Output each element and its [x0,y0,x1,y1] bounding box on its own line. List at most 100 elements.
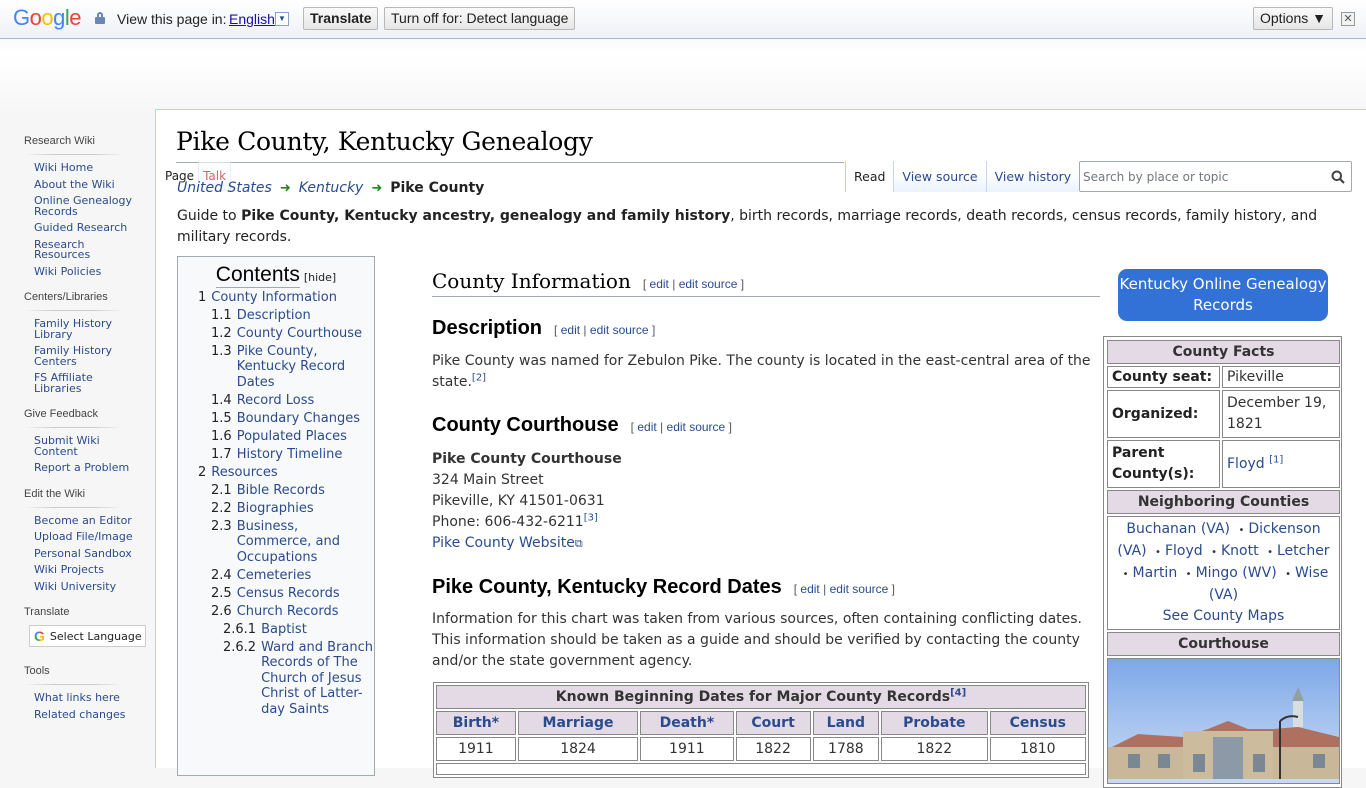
citation-link[interactable]: [4] [950,687,966,698]
sidebar-item-related-changes[interactable]: Related changes [34,707,134,724]
sidebar-item-wiki-university[interactable]: Wiki University [34,579,134,596]
toc-link[interactable]: Resources [211,465,277,481]
sidebar-item-become-editor[interactable]: Become an Editor [34,513,134,530]
neighbor-county-link[interactable]: Knott [1221,543,1259,559]
toc-link[interactable]: Pike County, Kentucky Record Dates [237,344,374,391]
language-dropdown-icon[interactable]: ▼ [275,12,289,26]
toc-item[interactable]: 2.6 Church Records [178,604,374,620]
toc-link[interactable]: Business, Commerce, and Occupations [237,519,374,566]
toc-item[interactable]: 2.4 Cemeteries [178,568,374,584]
neighbor-county-link[interactable]: Martin [1133,565,1178,581]
turn-off-button[interactable]: Turn off for: Detect language [384,7,576,30]
breadcrumb-united-states[interactable]: United States [177,180,272,196]
toc-item[interactable]: 1 County Information [178,290,374,306]
table-column-header[interactable]: Marriage [517,711,639,735]
toc-link[interactable]: County Courthouse [237,326,362,342]
search-icon[interactable] [1331,170,1345,184]
table-column-header[interactable]: Death* [640,711,734,735]
sidebar-item-wiki-policies[interactable]: Wiki Policies [34,264,134,281]
toc-link[interactable]: County Information [211,290,337,306]
edit-link[interactable]: edit [650,277,669,291]
edit-source-link[interactable]: edit source [830,582,889,596]
tab-read[interactable]: Read [845,161,894,192]
citation-link[interactable]: [2] [472,372,486,383]
sidebar-item-fs-affiliate[interactable]: FS Affiliate Libraries [34,370,134,397]
toc-item[interactable]: 1.6 Populated Places [178,429,374,445]
toc-item[interactable]: 1.5 Boundary Changes [178,411,374,427]
toc-item[interactable]: 2.2 Biographies [178,501,374,517]
toc-link[interactable]: Ward and Branch Records of The Church of… [261,640,374,718]
neighbor-county-link[interactable]: Floyd [1165,543,1203,559]
table-column-header[interactable]: Probate [881,711,988,735]
sidebar-item-upload-file[interactable]: Upload File/Image [34,529,134,546]
toc-item[interactable]: 2.5 Census Records [178,586,374,602]
edit-link[interactable]: edit [561,323,580,337]
toc-number: 2.6 [211,603,232,619]
toc-item[interactable]: 1.2 County Courthouse [178,326,374,342]
toc-link[interactable]: Record Loss [237,393,315,409]
toc-item[interactable]: 2.6.1 Baptist [178,622,374,638]
toc-item[interactable]: 2 Resources [178,465,374,481]
breadcrumb-kentucky[interactable]: Kentucky [299,180,364,196]
toc-item[interactable]: 2.1 Bible Records [178,483,374,499]
parent-county-link[interactable]: Floyd [1227,456,1265,472]
toc-link[interactable]: History Timeline [237,447,343,463]
toc-link[interactable]: Baptist [261,622,307,638]
edit-source-link[interactable]: edit source [679,277,738,291]
close-icon[interactable]: ✕ [1341,12,1355,26]
language-link[interactable]: English [229,11,275,27]
toc-hide-link[interactable]: [hide] [304,271,336,284]
toc-item[interactable]: 2.6.2 Ward and Branch Records of The Chur… [178,640,374,718]
sidebar-item-about-wiki[interactable]: About the Wiki [34,177,134,194]
tab-view-history[interactable]: View history [985,161,1080,192]
tab-view-source[interactable]: View source [893,161,986,192]
sidebar-item-guided-research[interactable]: Guided Research [34,220,134,237]
toc-link[interactable]: Description [237,308,311,324]
toc-link[interactable]: Census Records [237,586,340,602]
select-language-dropdown[interactable]: G Select Language [29,625,146,647]
toc-item[interactable]: 1.3 Pike County, Kentucky Record Dates [178,344,374,391]
table-column-header[interactable]: Land [812,711,880,735]
toc-number: 1.4 [211,392,232,408]
edit-source-link[interactable]: edit source [590,323,649,337]
neighbor-county-link[interactable]: Mingo (WV) [1196,565,1277,581]
courthouse-photo[interactable] [1107,658,1340,784]
sidebar-item-what-links-here[interactable]: What links here [34,690,134,707]
options-button[interactable]: Options ▼ [1253,7,1333,30]
sidebar-item-online-records[interactable]: Online Genealogy Records [34,193,134,220]
toc-link[interactable]: Bible Records [237,483,325,499]
sidebar-item-personal-sandbox[interactable]: Personal Sandbox [34,546,134,563]
county-website-link[interactable]: Pike County Website [432,535,575,551]
toc-list: 1 County Information 1.1 Description 1.2 Coun… [178,290,374,718]
edit-link[interactable]: edit [800,582,819,596]
toc-link[interactable]: Church Records [237,604,339,620]
edit-source-link[interactable]: edit source [667,420,726,434]
sidebar-item-fhc[interactable]: Family History Centers [34,343,134,370]
table-column-header[interactable]: Court [735,711,811,735]
toc-link[interactable]: Cemeteries [237,568,312,584]
toc-link[interactable]: Biographies [237,501,314,517]
kentucky-online-records-button[interactable]: Kentucky Online Genealogy Records [1118,269,1328,321]
toc-item[interactable]: 1.4 Record Loss [178,393,374,409]
toc-item[interactable]: 1.7 History Timeline [178,447,374,463]
neighbor-county-link[interactable]: Letcher [1277,543,1330,559]
neighbor-county-link[interactable]: Buchanan (VA) [1126,521,1230,537]
translate-button[interactable]: Translate [303,7,379,30]
toc-link[interactable]: Boundary Changes [237,411,360,427]
sidebar-item-research-resources[interactable]: Research Resources [34,237,134,264]
sidebar-item-submit-content[interactable]: Submit Wiki Content [34,433,134,460]
citation-link[interactable]: [1] [1269,454,1283,465]
sidebar-item-wiki-home[interactable]: Wiki Home [34,160,134,177]
see-county-maps-link[interactable]: See County Maps [1163,608,1285,624]
toc-link[interactable]: Populated Places [237,429,347,445]
sidebar-item-wiki-projects[interactable]: Wiki Projects [34,562,134,579]
citation-link[interactable]: [3] [584,512,598,523]
toc-item[interactable]: 2.3 Business, Commerce, and Occupations [178,519,374,566]
sidebar-item-fhl[interactable]: Family History Library [34,316,134,343]
sidebar-item-report-problem[interactable]: Report a Problem [34,460,134,477]
edit-link[interactable]: edit [637,420,656,434]
table-column-header[interactable]: Census [989,711,1086,735]
search-input[interactable]: Search by place or topic [1079,161,1352,192]
table-column-header[interactable]: Birth* [436,711,516,735]
toc-item[interactable]: 1.1 Description [178,308,374,324]
